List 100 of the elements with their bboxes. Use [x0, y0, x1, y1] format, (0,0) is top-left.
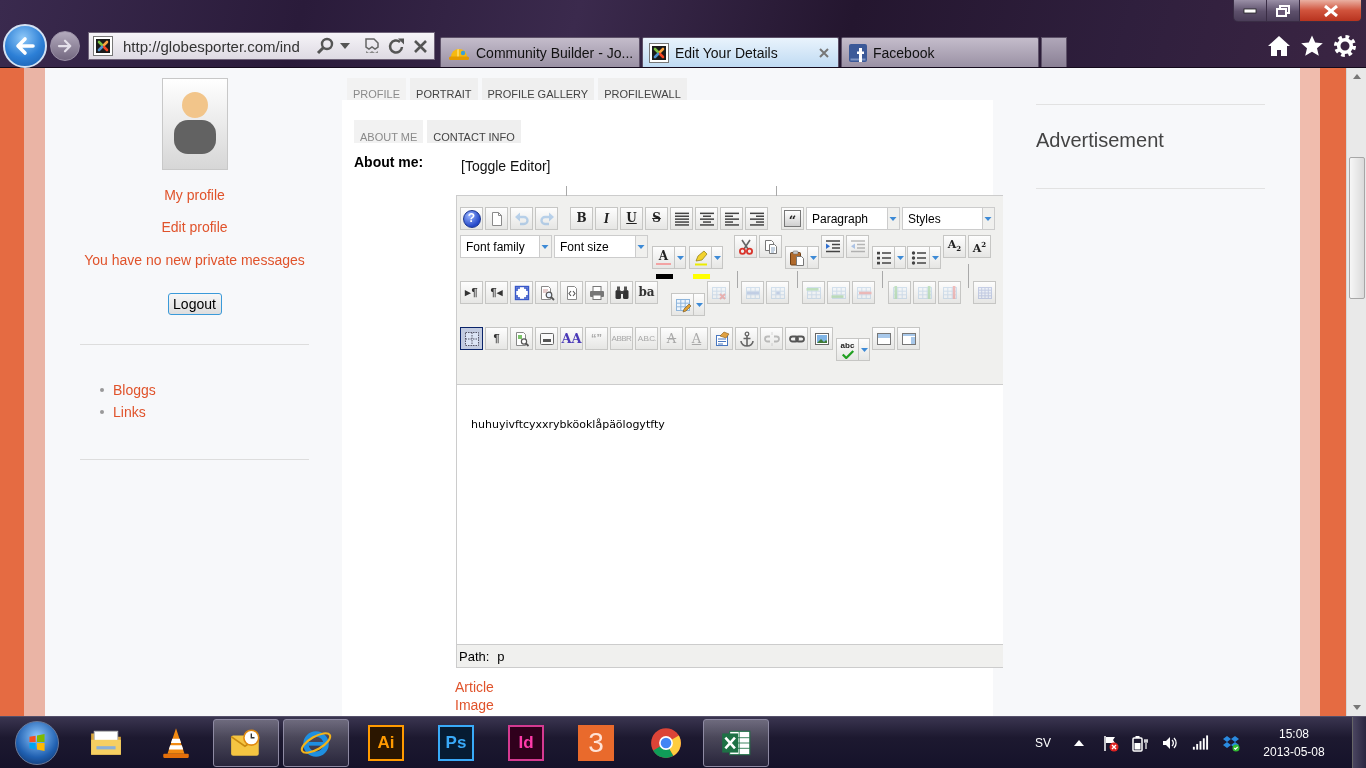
blockquote-button[interactable]: “: [781, 207, 804, 230]
italic-button[interactable]: I: [595, 207, 618, 230]
new-document-button[interactable]: [485, 207, 508, 230]
browser-tab[interactable]: Facebook: [841, 37, 1039, 67]
image-button[interactable]: [810, 327, 833, 350]
back-button[interactable]: [3, 24, 47, 68]
broken-page-icon[interactable]: [364, 38, 380, 54]
underline-button[interactable]: U: [620, 207, 643, 230]
show-characters-button[interactable]: ¶: [485, 327, 508, 350]
dropdown-button[interactable]: [694, 293, 705, 316]
find-button[interactable]: [610, 281, 633, 304]
taskbar-button[interactable]: [213, 718, 279, 767]
browser-tab[interactable]: Edit Your Details: [642, 37, 839, 67]
align-center-button[interactable]: [695, 207, 718, 230]
insert-table-button[interactable]: [671, 293, 694, 316]
menu-link[interactable]: Bloggs: [113, 382, 156, 398]
scroll-thumb[interactable]: [1349, 157, 1365, 299]
taskbar-button[interactable]: Ps: [423, 718, 489, 767]
visual-aid-button[interactable]: [460, 327, 483, 350]
clock-time[interactable]: 15:08: [1279, 724, 1309, 743]
taskbar-button[interactable]: Ai: [353, 718, 419, 767]
signal-bars-icon[interactable]: [1191, 733, 1209, 752]
clock-date[interactable]: 2013-05-08: [1263, 742, 1325, 761]
spellcheck-button[interactable]: abc: [836, 338, 859, 361]
preview-button[interactable]: [535, 281, 558, 304]
bulleted-list-button[interactable]: [907, 246, 930, 269]
content-link[interactable]: Article: [455, 678, 494, 696]
layout-button[interactable]: [897, 327, 920, 350]
logout-button[interactable]: Logout: [167, 293, 222, 315]
template-button[interactable]: [510, 327, 533, 350]
show-desktop-button[interactable]: [1352, 717, 1366, 768]
paste-button[interactable]: [785, 246, 808, 269]
profile-tab[interactable]: PROFILE GALLERY: [481, 78, 595, 100]
diamond-box-icon[interactable]: [1222, 733, 1241, 752]
strikethrough-button[interactable]: S: [645, 207, 668, 230]
home-icon[interactable]: [1267, 34, 1291, 58]
html-source-button[interactable]: [560, 281, 583, 304]
caret-down-icon[interactable]: [340, 43, 350, 49]
editor-text: huhuyivftcyxxrybköoklåpäölogytfty: [471, 418, 665, 431]
browser-tab[interactable]: Community Builder - Jo...: [440, 37, 640, 67]
align-left-button[interactable]: [720, 207, 743, 230]
restore-button[interactable]: [1267, 0, 1300, 22]
dropdown-button[interactable]: [675, 246, 686, 269]
stop-icon[interactable]: [413, 38, 428, 54]
justify-button[interactable]: [670, 207, 693, 230]
font-size-dropdown[interactable]: Font size: [554, 235, 648, 258]
copy-button[interactable]: [759, 235, 782, 258]
menu-link[interactable]: Links: [113, 404, 146, 420]
superscript-button[interactable]: A$^{2}$: [968, 235, 991, 258]
cut-button[interactable]: [734, 235, 757, 258]
forward-button[interactable]: [50, 31, 80, 61]
section-tab[interactable]: CONTACT INFO: [427, 120, 521, 143]
settings-icon[interactable]: [1333, 34, 1357, 58]
logo-icon: [93, 36, 113, 56]
bold-button[interactable]: B: [570, 207, 593, 230]
replace-button[interactable]: ba: [635, 281, 658, 304]
star-icon[interactable]: [1300, 34, 1324, 58]
address-bar[interactable]: http://globesporter.com/ind: [88, 32, 435, 60]
path-link[interactable]: p: [497, 648, 505, 664]
anchor-button[interactable]: [735, 327, 758, 350]
attributes-button[interactable]: [710, 327, 733, 350]
refresh-icon[interactable]: [388, 37, 405, 55]
format-dropdown[interactable]: Paragraph: [806, 207, 900, 230]
taskbar-button[interactable]: [283, 718, 349, 767]
close-button[interactable]: [1300, 0, 1362, 22]
highlight-color-button[interactable]: [689, 246, 712, 269]
style-properties-button[interactable]: AA: [560, 327, 583, 350]
fullscreen-button[interactable]: [510, 281, 533, 304]
caret-up-icon[interactable]: [1074, 738, 1084, 747]
dropdown-button[interactable]: [712, 246, 723, 269]
taskbar-button[interactable]: Id: [493, 718, 559, 767]
horizontal-rule-button[interactable]: [872, 327, 895, 350]
indent-button[interactable]: [821, 235, 844, 258]
search-icon[interactable]: [316, 37, 334, 55]
profile-tab[interactable]: PORTRAIT: [410, 78, 478, 100]
new-tab-button[interactable]: [1041, 37, 1067, 67]
text-color-button[interactable]: A: [652, 246, 675, 269]
battery-icon[interactable]: [1131, 733, 1149, 752]
toggle-editor-link[interactable]: [Toggle Editor]: [461, 158, 551, 174]
profile-tab[interactable]: PROFILEWALL: [598, 78, 687, 100]
font-family-dropdown[interactable]: Font family: [460, 235, 552, 258]
print-button[interactable]: [585, 281, 608, 304]
left-to-right-button[interactable]: ▸¶: [460, 281, 483, 304]
insert-layer-button[interactable]: [535, 327, 558, 350]
flag-icon[interactable]: [1101, 733, 1119, 752]
subscript-button[interactable]: A$_{2}$: [943, 235, 966, 258]
language-indicator[interactable]: SV: [1035, 735, 1054, 750]
minimize-button[interactable]: [1233, 0, 1267, 22]
numbered-list-button[interactable]: [872, 246, 895, 269]
link-button[interactable]: [785, 327, 808, 350]
sidebar-link[interactable]: My profile: [164, 187, 225, 203]
right-to-left-button[interactable]: ¶◂: [485, 281, 508, 304]
close-tab-button[interactable]: [816, 47, 832, 58]
taskbar-button[interactable]: [703, 718, 769, 767]
dropdown-button[interactable]: [859, 338, 870, 361]
content-link[interactable]: Image: [455, 696, 494, 714]
styles-dropdown[interactable]: Styles: [902, 207, 995, 230]
start-button[interactable]: [15, 720, 59, 765]
sidebar-link[interactable]: Edit profile: [161, 219, 228, 235]
align-right-button[interactable]: [745, 207, 768, 230]
